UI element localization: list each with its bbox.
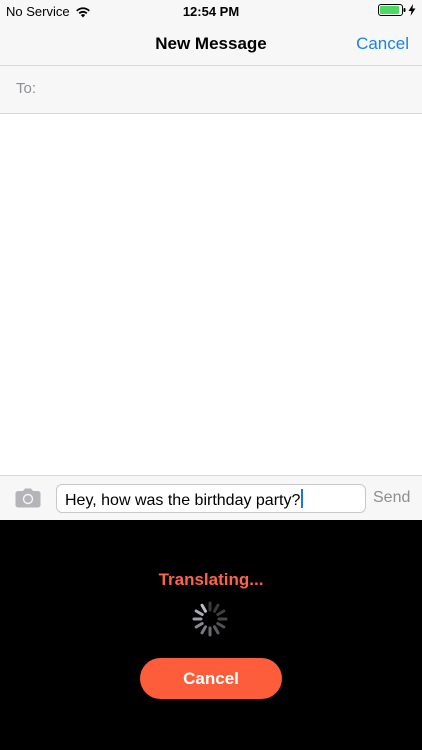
battery-charging-icon [378,4,406,16]
send-button[interactable]: Send [373,489,410,507]
to-row: To: [0,66,422,114]
status-bar: No Service 12:54 PM [0,0,422,22]
messages-area [0,114,422,475]
message-input[interactable]: Hey, how was the birthday party? [56,484,366,513]
camera-icon[interactable] [15,488,41,508]
cancel-translation-button[interactable]: Cancel [140,658,282,699]
charging-bolt-icon [408,4,416,16]
nav-bar: New Message Cancel [0,22,422,66]
compose-bar: Hey, how was the birthday party? Send [0,475,422,520]
text-caret [301,489,304,508]
nav-cancel-button[interactable]: Cancel [356,34,409,54]
to-field[interactable] [44,74,404,106]
translating-status: Translating... [158,570,264,589]
translating-overlay: Translating... Cancel [0,520,422,750]
to-label: To: [16,80,37,97]
message-text: Hey, how was the birthday party? [65,492,301,509]
status-time: 12:54 PM [182,4,240,19]
activity-spinner-icon [192,601,228,637]
status-right [378,4,416,16]
